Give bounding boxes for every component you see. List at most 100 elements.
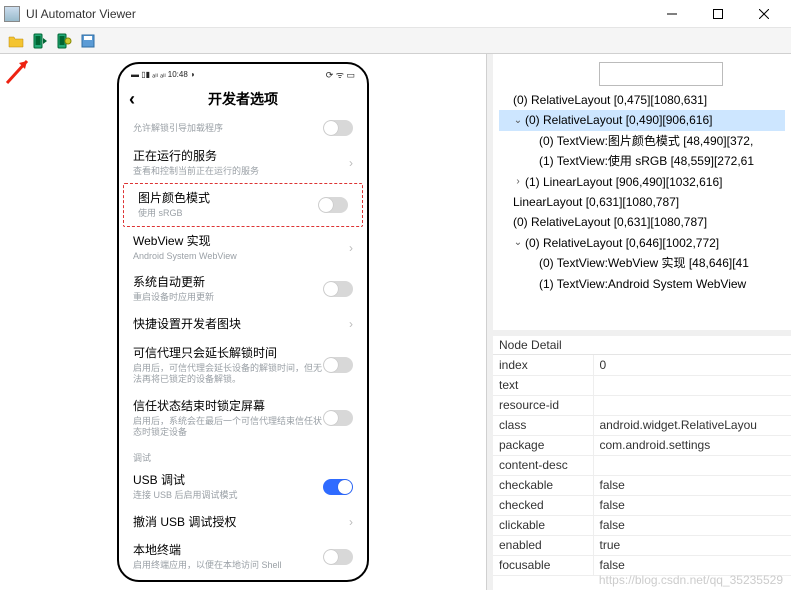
open-file-button[interactable]	[6, 31, 26, 51]
back-icon[interactable]: ‹	[129, 89, 135, 110]
row-subtitle: Android System WebView	[133, 251, 343, 263]
row-subtitle: 连接 USB 后启用调试模式	[133, 490, 323, 502]
node-detail-pane: Node Detail index0textresource-idclassan…	[493, 336, 791, 590]
minimize-button[interactable]	[649, 0, 695, 28]
toggle-switch[interactable]	[323, 479, 353, 495]
tree-node-label: (1) LinearLayout [906,490][1032,616]	[525, 172, 722, 192]
watermark: https://blog.csdn.net/qq_35235529	[599, 573, 783, 587]
tree-node[interactable]: ⌄(0) RelativeLayout [0,490][906,616]	[499, 110, 785, 130]
toggle-switch[interactable]	[323, 549, 353, 565]
tree-expander-icon[interactable]: ›	[511, 173, 525, 190]
detail-header: Node Detail	[493, 336, 791, 355]
tree-search-input[interactable]	[599, 62, 723, 86]
detail-value: true	[593, 535, 791, 555]
phone-header: ‹ 开发者选项	[119, 84, 367, 114]
detail-key: package	[493, 435, 593, 455]
settings-row[interactable]: 撤消 USB 调试授权 ›	[119, 508, 367, 537]
settings-row[interactable]: 图片颜色模式使用 sRGB	[123, 183, 363, 226]
annotation-arrow	[5, 55, 35, 85]
detail-value: false	[593, 475, 791, 495]
detail-table[interactable]: index0textresource-idclassandroid.widget…	[493, 355, 791, 590]
settings-row[interactable]: 系统自动更新重启设备时应用更新	[119, 268, 367, 309]
maximize-button[interactable]	[695, 0, 741, 28]
detail-row[interactable]: clickablefalse	[493, 515, 791, 535]
screenshot-pane[interactable]: ▬ ▯▮ ₐₗₗ ₐₗₗ10:48 ◑ ⟳ ᯤ ▭ ‹ 开发者选项 允许解锁引导…	[0, 54, 487, 590]
detail-key: checked	[493, 495, 593, 515]
detail-row[interactable]: checkedfalse	[493, 495, 791, 515]
close-button[interactable]	[741, 0, 787, 28]
detail-row[interactable]: text	[493, 375, 791, 395]
row-subtitle: 启用后，可信代理会延长设备的解锁时间，但无法再将已锁定的设备解锁。	[133, 363, 323, 386]
detail-row[interactable]: content-desc	[493, 455, 791, 475]
detail-value: 0	[593, 355, 791, 375]
detail-key: clickable	[493, 515, 593, 535]
toggle-switch[interactable]	[323, 357, 353, 373]
row-title: 图片颜色模式	[138, 190, 318, 207]
tree-node[interactable]: (1) TextView:使用 sRGB [48,559][272,61	[499, 151, 785, 171]
toggle-switch[interactable]	[323, 410, 353, 426]
device-screenshot-uix-button[interactable]	[54, 31, 74, 51]
status-right: ⟳ ᯤ ▭	[326, 68, 355, 81]
detail-row[interactable]: resource-id	[493, 395, 791, 415]
tree-node[interactable]: (0) TextView:WebView 实现 [48,646][41	[499, 253, 785, 273]
detail-row[interactable]: focusablefalse	[493, 555, 791, 575]
chevron-right-icon: ›	[349, 241, 353, 255]
detail-row[interactable]: checkablefalse	[493, 475, 791, 495]
detail-key: index	[493, 355, 593, 375]
settings-row[interactable]: USB 调试连接 USB 后启用调试模式	[119, 466, 367, 507]
row-title: 本地终端	[133, 542, 323, 559]
tree-node-label: LinearLayout [0,631][1080,787]	[513, 192, 679, 212]
settings-row[interactable]: 本地终端启用终端应用，以便在本地访问 Shell	[119, 536, 367, 577]
row-subtitle: 启用终端应用，以便在本地访问 Shell	[133, 560, 323, 572]
settings-row[interactable]: 快捷设置开发者图块›	[119, 310, 367, 339]
main-area: ▬ ▯▮ ₐₗₗ ₐₗₗ10:48 ◑ ⟳ ᯤ ▭ ‹ 开发者选项 允许解锁引导…	[0, 54, 791, 590]
tree-node[interactable]: ⌄(0) RelativeLayout [0,646][1002,772]	[499, 233, 785, 253]
status-signal: ▬ ▯▮ ₐₗₗ ₐₗₗ	[131, 70, 166, 79]
settings-list[interactable]: 允许解锁引导加载程序正在运行的服务查看和控制当前正在运行的服务›图片颜色模式使用…	[119, 114, 367, 580]
settings-row[interactable]: 信任状态结束时锁定屏幕启用后，系统会在最后一个可信代理结束信任状态时锁定设备	[119, 392, 367, 445]
row-subtitle: 允许解锁引导加载程序	[133, 123, 323, 135]
tree-node[interactable]: ›(1) LinearLayout [906,490][1032,616]	[499, 172, 785, 192]
device-screenshot-button[interactable]	[30, 31, 50, 51]
settings-row[interactable]: 正在运行的服务查看和控制当前正在运行的服务›	[119, 142, 367, 183]
phone-header-title: 开发者选项	[208, 89, 278, 109]
toggle-switch[interactable]	[318, 197, 348, 213]
window-controls	[649, 0, 787, 28]
titlebar: UI Automator Viewer	[0, 0, 791, 28]
row-title: 信任状态结束时锁定屏幕	[133, 398, 323, 415]
status-time: 10:48	[168, 70, 188, 79]
tree-node[interactable]: (1) TextView:Android System WebView	[499, 274, 785, 294]
detail-value	[593, 395, 791, 415]
settings-row[interactable]: 可信代理只会延长解锁时间启用后，可信代理会延长设备的解锁时间，但无法再将已锁定的…	[119, 339, 367, 392]
detail-value: android.widget.RelativeLayou	[593, 415, 791, 435]
tree-expander-icon[interactable]: ⌄	[511, 112, 525, 129]
detail-key: enabled	[493, 535, 593, 555]
tree-expander-icon[interactable]: ⌄	[511, 234, 525, 251]
detail-row[interactable]: enabledtrue	[493, 535, 791, 555]
tree-node[interactable]: (0) TextView:图片颜色模式 [48,490][372,	[499, 131, 785, 151]
tree-node-label: (0) RelativeLayout [0,490][906,616]	[525, 110, 712, 130]
phone-statusbar: ▬ ▯▮ ₐₗₗ ₐₗₗ10:48 ◑ ⟳ ᯤ ▭	[119, 64, 367, 84]
toggle-switch[interactable]	[323, 281, 353, 297]
detail-row[interactable]: classandroid.widget.RelativeLayou	[493, 415, 791, 435]
tree-node-label: (1) TextView:Android System WebView	[539, 274, 746, 294]
save-button[interactable]	[78, 31, 98, 51]
detail-row[interactable]: index0	[493, 355, 791, 375]
tree-node-label: (0) RelativeLayout [0,475][1080,631]	[513, 90, 707, 110]
toggle-switch[interactable]	[323, 120, 353, 136]
chevron-right-icon: ›	[349, 515, 353, 529]
row-title: 系统自动更新	[133, 274, 323, 291]
hierarchy-tree[interactable]: (0) RelativeLayout [0,475][1080,631]⌄(0)…	[493, 54, 791, 330]
row-title: 撤消 USB 调试授权	[133, 514, 343, 531]
chevron-right-icon: ›	[349, 156, 353, 170]
detail-key: content-desc	[493, 455, 593, 475]
settings-row[interactable]: 允许解锁引导加载程序	[119, 114, 367, 142]
tree-node[interactable]: (0) RelativeLayout [0,631][1080,787]	[499, 212, 785, 232]
detail-key: checkable	[493, 475, 593, 495]
tree-node[interactable]: LinearLayout [0,631][1080,787]	[499, 192, 785, 212]
detail-row[interactable]: packagecom.android.settings	[493, 435, 791, 455]
settings-row[interactable]: WebView 实现Android System WebView›	[119, 227, 367, 268]
settings-row[interactable]: 错误报告快捷方式在电源菜单中显示用于提交错误报告的按钮	[119, 578, 367, 580]
row-title: 可信代理只会延长解锁时间	[133, 345, 323, 362]
tree-node[interactable]: (0) RelativeLayout [0,475][1080,631]	[499, 90, 785, 110]
